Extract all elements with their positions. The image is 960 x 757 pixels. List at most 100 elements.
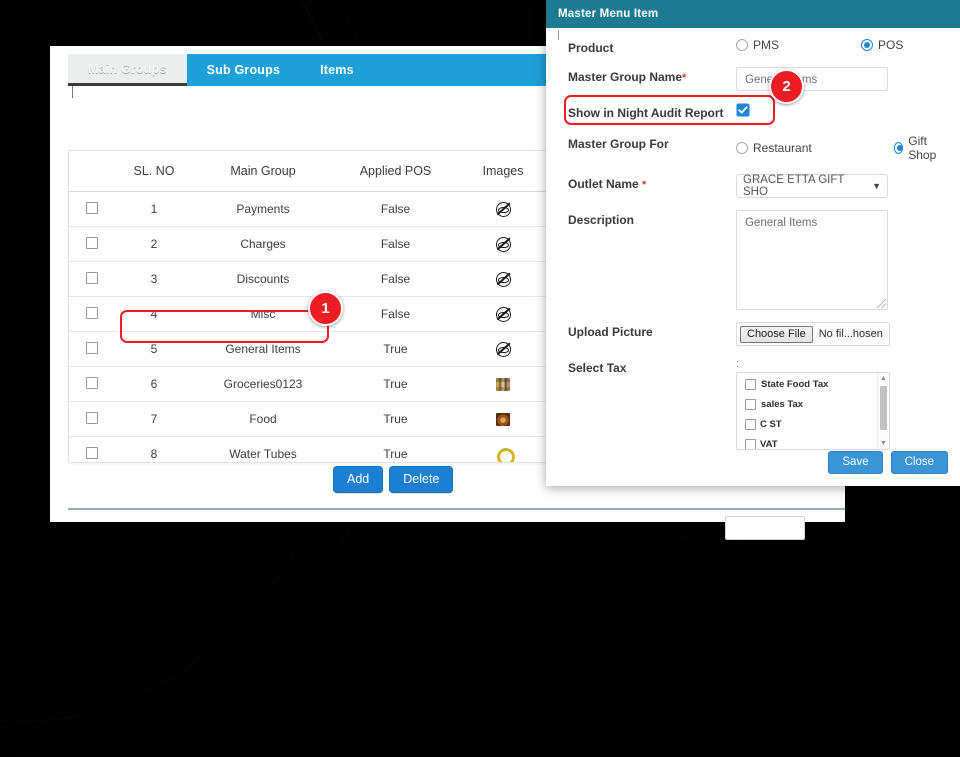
- row-main-group-link-general-items[interactable]: General Items: [193, 331, 333, 367]
- row-select-cell[interactable]: [69, 191, 115, 227]
- row-main-group-link[interactable]: Charges: [193, 226, 333, 262]
- tax-checkbox[interactable]: [745, 419, 756, 430]
- row-main-group-link[interactable]: Groceries0123: [193, 366, 333, 402]
- row-applied-pos: True: [333, 436, 458, 462]
- master-group-for-row: Master Group For Restaurant Gift Shop: [546, 134, 960, 162]
- row-applied-pos: True: [333, 366, 458, 402]
- table-row[interactable]: 3 Discounts False: [69, 261, 548, 297]
- description-textarea[interactable]: General Items: [736, 210, 888, 310]
- tax-checkbox[interactable]: [745, 379, 756, 390]
- tax-checkbox[interactable]: [745, 439, 756, 449]
- row-select-cell[interactable]: [69, 226, 115, 262]
- tax-list-scrollbar[interactable]: ▲ ▼: [877, 373, 889, 449]
- row-select-cell[interactable]: [69, 261, 115, 297]
- dialog-footer: Save Close: [828, 450, 948, 474]
- tax-label: sales Tax: [761, 399, 804, 410]
- row-checkbox[interactable]: [86, 341, 98, 354]
- outlet-name-label: Outlet Name *: [568, 174, 736, 191]
- row-applied-pos: False: [333, 191, 458, 227]
- radio-pms-indicator[interactable]: [736, 39, 748, 51]
- radio-pms[interactable]: PMS: [736, 38, 779, 52]
- product-row: Product PMS POS: [546, 38, 960, 55]
- row-checkbox[interactable]: [86, 236, 98, 249]
- dialog-title: Master Menu Item: [558, 8, 659, 20]
- radio-pos-indicator[interactable]: [861, 39, 874, 51]
- row-checkbox[interactable]: [86, 411, 98, 424]
- table-row[interactable]: 8 Water Tubes True: [69, 436, 548, 462]
- scrollbar-thumb[interactable]: [880, 386, 887, 430]
- tab-main-groups-label: Main Groups: [88, 61, 167, 76]
- radio-gift-shop[interactable]: Gift Shop: [893, 134, 946, 162]
- row-main-group-link[interactable]: Water Tubes: [193, 436, 333, 462]
- tax-label: VAT: [760, 439, 778, 450]
- dialog-title-bar: Master Menu Item: [546, 0, 960, 28]
- water-tubes-thumbnail: [496, 448, 515, 462]
- tax-label: State Food Tax: [761, 379, 829, 390]
- tax-list-item[interactable]: State Food Tax: [745, 379, 889, 390]
- radio-restaurant[interactable]: Restaurant: [736, 141, 812, 155]
- row-main-group-link[interactable]: Food: [193, 401, 333, 437]
- row-image-cell: [458, 401, 548, 437]
- row-image-cell: [458, 296, 548, 332]
- text-caret: [72, 86, 73, 98]
- scroll-up-icon[interactable]: ▲: [878, 373, 889, 384]
- table-row-general-items[interactable]: 5 General Items True: [69, 331, 548, 367]
- tab-sub-groups[interactable]: Sub Groups: [187, 54, 301, 86]
- row-sl-no: 7: [115, 401, 193, 437]
- row-select-cell[interactable]: [69, 331, 115, 367]
- master-group-name-input[interactable]: General Items: [736, 67, 888, 91]
- table-row[interactable]: 2 Charges False: [69, 226, 548, 262]
- outlet-name-label-text: Outlet Name: [568, 177, 639, 191]
- tax-list-item[interactable]: sales Tax: [745, 399, 889, 410]
- select-tax-label: Select Tax: [568, 361, 627, 375]
- tab-items[interactable]: Items: [300, 54, 374, 86]
- description-row: Description General Items: [546, 210, 960, 310]
- close-button[interactable]: Close: [890, 450, 948, 474]
- row-checkbox[interactable]: [86, 446, 98, 459]
- row-image-cell: [458, 366, 548, 402]
- master-menu-item-dialog: Master Menu Item Product PMS POS Master …: [546, 0, 960, 486]
- row-sl-no: 6: [115, 366, 193, 402]
- table-row[interactable]: 7 Food True: [69, 401, 548, 437]
- resize-handle-icon[interactable]: [877, 299, 886, 308]
- choose-file-button[interactable]: Choose File: [740, 325, 813, 343]
- row-checkbox[interactable]: [86, 306, 98, 319]
- row-checkbox[interactable]: [86, 271, 98, 284]
- tax-checkbox[interactable]: [745, 399, 756, 410]
- background-input-box[interactable]: [725, 516, 805, 540]
- row-checkbox[interactable]: [86, 201, 98, 214]
- row-select-cell[interactable]: [69, 366, 115, 402]
- row-select-cell[interactable]: [69, 296, 115, 332]
- row-main-group-link[interactable]: Payments: [193, 191, 333, 227]
- upload-picture-row: Upload Picture Choose File No fil...hose…: [546, 322, 960, 346]
- tax-list-item[interactable]: VAT: [745, 439, 889, 450]
- row-image-cell: [458, 261, 548, 297]
- tax-list-box[interactable]: State Food Tax sales Tax C ST VAT ▲ ▼: [736, 372, 890, 450]
- radio-restaurant-indicator[interactable]: [736, 142, 748, 154]
- file-input[interactable]: Choose File No fil...hosen: [736, 322, 890, 346]
- row-select-cell[interactable]: [69, 401, 115, 437]
- product-radio-group: PMS POS: [736, 38, 946, 52]
- table-row[interactable]: 6 Groceries0123 True: [69, 366, 548, 402]
- table-row[interactable]: 1 Payments False: [69, 191, 548, 227]
- row-main-group-link[interactable]: Discounts: [193, 261, 333, 297]
- row-select-cell[interactable]: [69, 436, 115, 462]
- tab-main-groups[interactable]: Main Groups: [68, 54, 187, 86]
- column-header-select: [69, 151, 115, 192]
- row-sl-no: 1: [115, 191, 193, 227]
- save-button[interactable]: Save: [828, 450, 883, 474]
- night-audit-checkbox[interactable]: [736, 103, 750, 117]
- outlet-name-select[interactable]: GRACE ETTA GIFT SHO ▼: [736, 174, 888, 198]
- tax-list: State Food Tax sales Tax C ST VAT: [737, 373, 889, 450]
- delete-button[interactable]: Delete: [389, 466, 454, 493]
- table-action-buttons: Add Delete: [333, 466, 454, 493]
- row-applied-pos: False: [333, 226, 458, 262]
- row-checkbox[interactable]: [86, 376, 98, 389]
- scroll-down-icon[interactable]: ▼: [878, 438, 889, 449]
- radio-gift-shop-indicator[interactable]: [893, 142, 904, 154]
- add-button[interactable]: Add: [333, 466, 384, 493]
- row-sl-no: 8: [115, 436, 193, 462]
- tax-list-item[interactable]: C ST: [745, 419, 889, 430]
- radio-pos[interactable]: POS: [861, 38, 903, 52]
- outlet-name-selected-value: GRACE ETTA GIFT SHO: [743, 174, 845, 198]
